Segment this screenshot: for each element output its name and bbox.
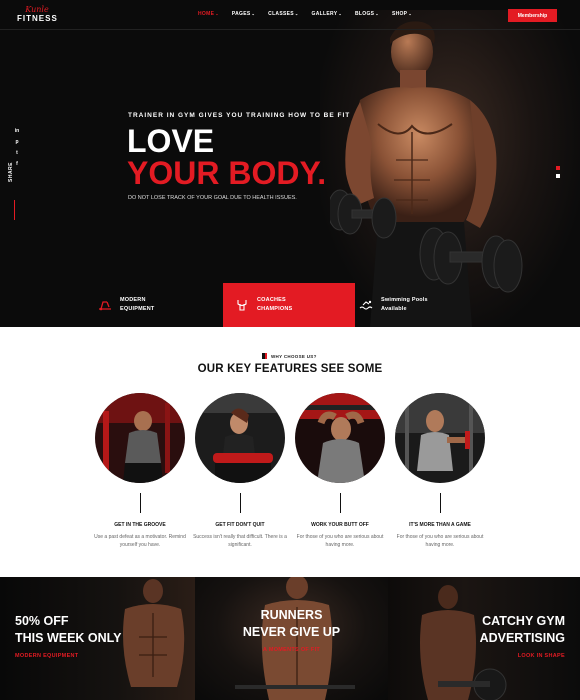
hero-heading-line1: LOVE — [127, 123, 215, 159]
swimming-icon — [359, 300, 373, 310]
share-label: SHARE — [8, 161, 14, 182]
feature-modern-equipment[interactable]: MODERN EQUIPMENT — [98, 283, 223, 327]
share-divider — [14, 200, 15, 220]
pinterest-icon[interactable]: p — [12, 139, 22, 145]
nav-item-blogs[interactable]: BLOGS⌄ — [355, 11, 379, 17]
card-divider — [240, 493, 241, 513]
feature-card-image — [195, 393, 285, 483]
eyebrow-marker-icon — [262, 353, 267, 359]
hero-tagline: TRAINER IN GYM GIVES YOU TRAINING HOW TO… — [128, 112, 351, 119]
feature-card-text: For those of you who are serious about h… — [396, 534, 484, 548]
feature-label: Swimming Pools Available — [381, 297, 428, 312]
main-nav: HOME⌄ PAGES⌄ CLASSES⌄ GALLERY⌄ BLOGS⌄ SH… — [198, 11, 425, 17]
feature-bar: MODERN EQUIPMENT COACHES CHAMPIONS Swimm… — [0, 283, 580, 327]
feature-card: GET IN THE GROOVE Use a past defeat as a… — [94, 393, 205, 548]
section-eyebrow: WHY CHOOSE US? — [262, 353, 317, 359]
linkedin-icon[interactable]: in — [12, 128, 22, 134]
feature-card-title: WORK YOUR BUTT OFF — [311, 522, 369, 528]
membership-button[interactable]: Membership — [508, 9, 557, 22]
feature-card-text: For those of you who are serious about h… — [296, 534, 384, 548]
feature-card: IT'S MORE THAN A GAME For those of you w… — [395, 393, 505, 548]
trainer-image — [330, 21, 523, 327]
hero-subtitle: DO NOT LOSE TRACK OF YOUR GOAL DUE TO HE… — [128, 195, 297, 201]
feature-card-title: IT'S MORE THAN A GAME — [409, 522, 471, 528]
nav-item-pages[interactable]: PAGES⌄ — [232, 11, 255, 17]
promo-panel-discount[interactable]: 50% OFF THIS WEEK ONLY MODERN EQUIPMENT — [0, 577, 195, 700]
promo-section: 50% OFF THIS WEEK ONLY MODERN EQUIPMENT … — [0, 577, 580, 700]
chevron-down-icon: ⌄ — [251, 11, 256, 16]
logo-word: FITNESS — [17, 14, 58, 23]
feature-card-image — [395, 393, 485, 483]
nav-item-label: BLOGS — [355, 11, 375, 17]
feature-card-text: Success isn't really that difficult. The… — [193, 534, 287, 548]
slider-dot[interactable] — [556, 174, 560, 178]
promo-heading: CATCHY GYM — [482, 614, 565, 628]
treadmill-icon — [99, 301, 111, 311]
feature-card-image — [95, 393, 185, 483]
feature-coaches-champions[interactable]: COACHES CHAMPIONS — [223, 283, 355, 327]
eyebrow-text: WHY CHOOSE US? — [271, 353, 317, 359]
nav-item-home[interactable]: HOME⌄ — [198, 11, 219, 17]
promo-panel-runners[interactable]: RUNNERS NEVER GIVE UP A MOMENTS OF FIT — [195, 577, 388, 700]
hero-heading-line2: YOUR BODY. — [127, 155, 327, 191]
feature-card-image — [295, 393, 385, 483]
feature-label: COACHES CHAMPIONS — [257, 297, 293, 312]
feature-card-title: GET IN THE GROOVE — [114, 522, 166, 528]
nav-item-classes[interactable]: CLASSES⌄ — [268, 11, 298, 17]
twitter-icon[interactable]: t — [12, 150, 22, 156]
site-logo[interactable]: Kunle FITNESS — [17, 5, 57, 23]
promo-subtitle: LOOK IN SHAPE — [517, 653, 565, 659]
chevron-down-icon: ⌄ — [375, 11, 379, 16]
feature-swimming-pools[interactable]: Swimming Pools Available — [355, 283, 485, 327]
nav-item-shop[interactable]: SHOP⌄ — [392, 11, 412, 17]
promo-panel-advertising[interactable]: CATCHY GYM ADVERTISING LOOK IN SHAPE — [388, 577, 580, 700]
section-title: OUR KEY FEATURES SEE SOME — [197, 363, 383, 375]
nav-item-label: GALLERY — [311, 11, 338, 17]
chevron-down-icon: ⌄ — [408, 11, 412, 16]
nav-item-label: SHOP — [391, 11, 408, 17]
nav-item-label: CLASSES — [268, 11, 294, 17]
feature-label: MODERN EQUIPMENT — [120, 297, 155, 312]
chevron-down-icon: ⌄ — [294, 11, 299, 16]
top-navbar: Kunle FITNESS HOME⌄ PAGES⌄ CLASSES⌄ GALL… — [0, 0, 580, 30]
nav-item-gallery[interactable]: GALLERY⌄ — [312, 11, 342, 17]
promo-heading: 50% OFF — [15, 614, 69, 628]
promo-heading: THIS WEEK ONLY — [15, 631, 122, 645]
slider-pagination — [556, 166, 561, 182]
feature-card: GET FIT DON'T QUIT Success isn't really … — [193, 393, 305, 548]
logo-script: Kunle — [25, 5, 49, 14]
feature-card: WORK YOUR BUTT OFF For those of you who … — [295, 393, 405, 548]
promo-subtitle: MODERN EQUIPMENT — [15, 653, 79, 659]
chevron-down-icon: ⌄ — [215, 11, 219, 16]
promo-heading: NEVER GIVE UP — [242, 625, 341, 639]
feature-card-title: GET FIT DON'T QUIT — [215, 522, 265, 528]
nav-item-label: HOME — [198, 11, 215, 17]
slider-dot[interactable] — [556, 166, 560, 170]
hero-section: Kunle FITNESS HOME⌄ PAGES⌄ CLASSES⌄ GALL… — [0, 0, 580, 327]
coach-icon — [237, 300, 247, 311]
card-divider — [340, 493, 341, 513]
why-choose-section: WHY CHOOSE US? OUR KEY FEATURES SEE SOME… — [0, 327, 580, 577]
card-divider — [440, 493, 441, 513]
feature-card-text: Use a past defeat as a motivator. Remind… — [94, 534, 186, 548]
chevron-down-icon: ⌄ — [338, 11, 342, 16]
promo-subtitle: A MOMENTS OF FIT — [262, 647, 321, 653]
card-divider — [140, 493, 141, 513]
promo-heading: ADVERTISING — [479, 631, 565, 645]
nav-item-label: PAGES — [231, 11, 251, 17]
promo-heading: RUNNERS — [260, 608, 323, 622]
